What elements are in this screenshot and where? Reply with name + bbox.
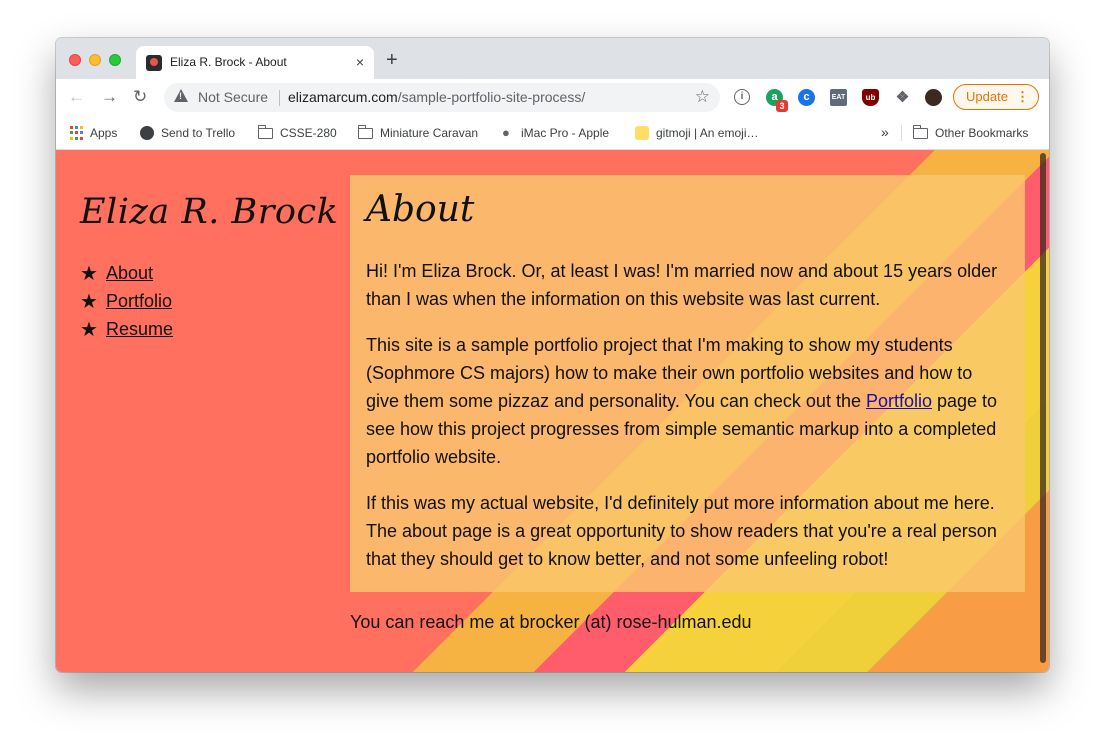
bookmark-gitmoji-label: gitmoji | An emoji… xyxy=(656,126,759,140)
tab-close-icon[interactable]: × xyxy=(356,54,364,70)
nav-item-portfolio: ★ Portfolio xyxy=(80,287,173,315)
update-button[interactable]: Update ⋮ xyxy=(953,84,1039,110)
bookmark-csse[interactable]: CSSE-280 xyxy=(257,124,337,140)
about-text: Hi! I'm Eliza Brock. Or, at least I was!… xyxy=(366,257,1010,591)
refresh-ext-icon[interactable]: c xyxy=(798,89,815,106)
tab-title: Eliza R. Brock - About xyxy=(170,55,287,69)
browser-window: Eliza R. Brock - About × + ← → ↻ Not Sec… xyxy=(56,38,1049,672)
site-favicon-icon xyxy=(146,55,162,71)
nav-item-resume: ★ Resume xyxy=(80,315,173,343)
bookmark-gitmoji[interactable]: gitmoji | An emoji… xyxy=(635,126,759,140)
back-arrow-icon[interactable]: ← xyxy=(68,87,85,107)
url-host: elizamarcum.com xyxy=(288,89,398,105)
bookmark-apps-label: Apps xyxy=(90,126,118,140)
web-page: Eliza R. Brock ★ About ★ Portfolio ★ Res… xyxy=(56,150,1049,672)
menu-dots-icon: ⋮ xyxy=(1016,89,1029,104)
gitmoji-icon xyxy=(635,126,649,140)
nav-link-about[interactable]: About xyxy=(106,263,153,284)
omnibox-divider xyxy=(279,90,280,106)
toolbar: ← → ↻ Not Secure elizamarcum.com/sample-… xyxy=(56,79,1049,117)
minimize-window-button[interactable] xyxy=(89,54,101,66)
site-title: Eliza R. Brock xyxy=(80,192,339,232)
site-nav: ★ About ★ Portfolio ★ Resume xyxy=(80,259,173,343)
bookmark-imac-label: iMac Pro - Apple xyxy=(521,126,610,140)
paragraph-intro: Hi! I'm Eliza Brock. Or, at least I was!… xyxy=(366,261,998,309)
star-bullet-icon: ★ xyxy=(80,290,98,313)
zoom-window-button[interactable] xyxy=(109,54,121,66)
tab-active[interactable]: Eliza R. Brock - About × xyxy=(136,46,374,79)
profile-avatar[interactable] xyxy=(925,89,942,106)
eat-ext-icon[interactable]: EAT xyxy=(830,89,847,106)
bookmark-imac[interactable]: ● iMac Pro - Apple xyxy=(502,125,610,141)
star-bullet-icon: ★ xyxy=(80,262,98,285)
contact-footer: You can reach me at brocker (at) rose-hu… xyxy=(350,612,752,632)
bookmarks-bar: Apps Send to Trello CSSE-280 Miniature C… xyxy=(56,117,1049,150)
bookmark-star-icon[interactable]: ☆ xyxy=(695,87,710,107)
bookmark-apps[interactable]: Apps xyxy=(70,126,117,140)
address-bar[interactable]: Not Secure elizamarcum.com/sample-portfo… xyxy=(164,83,720,112)
paragraph-project: This site is a sample portfolio project … xyxy=(366,331,1010,471)
folder-icon xyxy=(357,124,373,139)
ext-badge: 3 xyxy=(776,100,788,112)
bookmarks-overflow-icon[interactable]: » xyxy=(881,124,889,140)
portfolio-inline-link[interactable]: Portfolio xyxy=(866,391,932,411)
bookmark-caravan[interactable]: Miniature Caravan xyxy=(357,124,479,140)
apps-grid-icon xyxy=(70,126,83,140)
ublock-ext-icon[interactable]: ub xyxy=(862,89,879,106)
nav-link-portfolio[interactable]: Portfolio xyxy=(106,291,172,312)
bookmark-other-label: Other Bookmarks xyxy=(935,126,1029,140)
apple-icon: ● xyxy=(502,125,510,140)
bookmark-caravan-label: Miniature Caravan xyxy=(380,126,479,140)
folder-icon xyxy=(912,124,928,139)
extensions-puzzle-icon[interactable]: ❖ xyxy=(894,89,911,106)
bookmark-other[interactable]: Other Bookmarks xyxy=(912,124,1029,140)
password-ext-icon[interactable]: i xyxy=(734,89,750,105)
tab-strip: Eliza R. Brock - About × + xyxy=(56,38,1049,79)
about-section: About Hi! I'm Eliza Brock. Or, at least … xyxy=(350,175,1025,592)
nav-link-resume[interactable]: Resume xyxy=(106,319,173,340)
new-tab-button[interactable]: + xyxy=(386,50,398,70)
paragraph-more-info: If this was my actual website, I'd defin… xyxy=(366,493,997,569)
bookmarks-divider xyxy=(901,125,902,141)
nav-item-about: ★ About xyxy=(80,259,173,287)
bookmark-trello[interactable]: Send to Trello xyxy=(140,126,235,140)
update-label: Update xyxy=(966,89,1008,104)
bookmark-trello-label: Send to Trello xyxy=(161,126,236,140)
reload-icon[interactable]: ↻ xyxy=(133,87,147,107)
url-text[interactable]: elizamarcum.com/sample-portfolio-site-pr… xyxy=(288,89,585,105)
url-path: /sample-portfolio-site-process/ xyxy=(397,89,586,105)
close-window-button[interactable] xyxy=(69,54,81,66)
globe-icon xyxy=(140,126,154,140)
bookmark-csse-label: CSSE-280 xyxy=(280,126,337,140)
forward-arrow-icon[interactable]: → xyxy=(101,87,118,107)
page-scrollbar[interactable] xyxy=(1040,153,1046,663)
star-bullet-icon: ★ xyxy=(80,318,98,341)
warning-icon xyxy=(174,89,188,102)
page-heading: About xyxy=(366,189,475,230)
not-secure-label: Not Secure xyxy=(198,89,269,105)
folder-icon xyxy=(257,124,273,139)
